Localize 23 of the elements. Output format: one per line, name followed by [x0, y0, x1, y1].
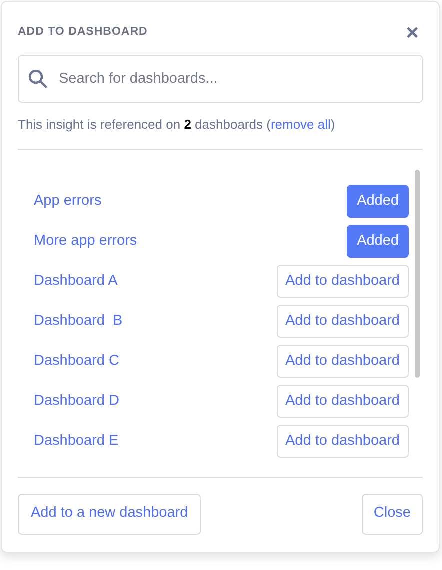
- add-to-dashboard-button[interactable]: Add to dashboard: [276, 345, 409, 378]
- dashboard-link[interactable]: Dashboard B: [34, 310, 123, 332]
- dashboard-link[interactable]: Dashboard E: [34, 430, 119, 452]
- search-field[interactable]: Search for dashboards...: [18, 55, 423, 103]
- added-button[interactable]: Added: [347, 185, 409, 218]
- close-dialog-button[interactable]: Close: [362, 494, 423, 534]
- dashboard-link[interactable]: More app errors: [34, 230, 138, 252]
- search-icon: [28, 69, 48, 89]
- reference-info: This insight is referenced on 2 dashboards (remove all): [18, 116, 336, 134]
- dashboard-link[interactable]: Dashboard C: [34, 350, 120, 372]
- scrollbar-thumb[interactable]: [415, 170, 420, 378]
- close-button[interactable]: ×: [406, 22, 419, 44]
- dashboard-link[interactable]: Dashboard D: [34, 390, 120, 412]
- new-dashboard-button[interactable]: Add to a new dashboard: [18, 494, 202, 534]
- add-to-dashboard-button[interactable]: Add to dashboard: [276, 305, 409, 338]
- add-to-dashboard-button[interactable]: Add to dashboard: [276, 265, 409, 298]
- add-to-dashboard-button[interactable]: Add to dashboard: [276, 425, 409, 458]
- add-to-dashboard-button[interactable]: Add to dashboard: [276, 385, 409, 418]
- added-button[interactable]: Added: [347, 225, 409, 258]
- dashboard-link[interactable]: App errors: [34, 190, 102, 212]
- dashboard-link[interactable]: Dashboard A: [34, 270, 118, 292]
- dialog-title: ADD TO DASHBOARD: [18, 25, 148, 40]
- remove-all-link[interactable]: remove all: [270, 117, 331, 132]
